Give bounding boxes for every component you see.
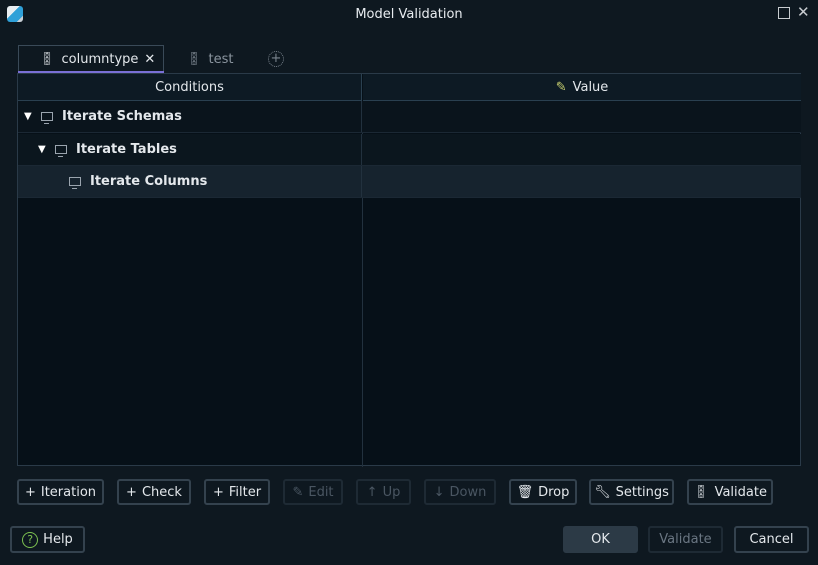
- cancel-button[interactable]: Cancel: [734, 526, 809, 553]
- button-label: Check: [141, 484, 182, 500]
- tab-columntype[interactable]: 🚦︎ columntype ✕: [18, 45, 164, 73]
- button-label: OK: [591, 532, 610, 547]
- button-label: Iteration: [40, 484, 97, 500]
- pencil-icon: ✎: [555, 79, 567, 95]
- close-tab-icon[interactable]: ✕: [144, 52, 155, 67]
- monitor-icon: [41, 112, 53, 124]
- window-title: Model Validation: [355, 7, 463, 22]
- button-label: Help: [43, 532, 73, 547]
- add-check-button[interactable]: + Check: [117, 479, 191, 505]
- tab-label: test: [208, 51, 234, 67]
- move-down-button[interactable]: ↓ Down: [424, 479, 496, 505]
- conditions-grid: Conditions ✎ Value ▼ Iterate Schemas ▼ Iter…: [17, 73, 801, 467]
- button-label: Cancel: [749, 532, 794, 547]
- wrench-icon: 🔧︎: [594, 484, 611, 500]
- tree-row[interactable]: ▼ Iterate Tables: [18, 134, 801, 166]
- row-label: Iterate Columns: [90, 174, 208, 189]
- drop-button[interactable]: 🗑︎ Drop: [509, 479, 577, 505]
- trash-icon: 🗑︎: [516, 484, 534, 500]
- add-tab-button[interactable]: +: [268, 51, 284, 67]
- validate-toolbar-button[interactable]: 🚦︎ Validate: [687, 479, 773, 505]
- button-label: Settings: [615, 484, 669, 500]
- plus-icon: +: [24, 484, 36, 500]
- button-label: Drop: [538, 484, 570, 500]
- arrow-down-icon: ↓: [433, 484, 445, 500]
- column-header-value[interactable]: ✎ Value: [363, 74, 801, 101]
- row-label: Iterate Tables: [76, 142, 177, 157]
- button-label: Edit: [308, 484, 334, 500]
- traffic-light-icon: 🚦︎: [693, 484, 710, 500]
- button-label: Filter: [228, 484, 262, 500]
- row-label: Iterate Schemas: [62, 109, 182, 124]
- plus-icon: +: [212, 484, 224, 500]
- monitor-icon: [69, 177, 81, 189]
- expand-triangle-icon[interactable]: ▼: [38, 144, 50, 155]
- header-label: Conditions: [155, 79, 224, 95]
- plus-icon: +: [126, 484, 137, 500]
- button-label: Up: [382, 484, 401, 500]
- help-button[interactable]: ? Help: [10, 526, 85, 553]
- button-label: Validate: [714, 484, 767, 500]
- add-iteration-button[interactable]: + Iteration: [17, 479, 104, 505]
- arrow-up-icon: ↑: [366, 484, 378, 500]
- tree-row[interactable]: ▼ Iterate Schemas: [18, 101, 801, 133]
- monitor-icon: [55, 145, 67, 157]
- button-label: Validate: [659, 532, 712, 547]
- traffic-light-icon: 🚦︎: [39, 52, 56, 67]
- tab-label: columntype: [61, 52, 139, 67]
- help-icon: ?: [22, 531, 39, 548]
- column-header-conditions[interactable]: Conditions: [18, 74, 362, 101]
- maximize-button[interactable]: [778, 7, 790, 19]
- traffic-light-icon: 🚦︎: [186, 51, 203, 67]
- tree-row[interactable]: Iterate Columns: [18, 166, 801, 198]
- button-label: Down: [449, 484, 487, 500]
- settings-button[interactable]: 🔧︎ Settings: [589, 479, 674, 505]
- header-label: Value: [572, 79, 609, 95]
- tab-test[interactable]: 🚦︎ test: [186, 45, 233, 73]
- pencil-icon: ✎: [292, 484, 304, 500]
- validate-button[interactable]: Validate: [648, 526, 723, 553]
- close-window-button[interactable]: ✕: [797, 3, 810, 21]
- move-up-button[interactable]: ↑ Up: [356, 479, 411, 505]
- add-filter-button[interactable]: + Filter: [204, 479, 270, 505]
- expand-triangle-icon[interactable]: ▼: [24, 111, 36, 122]
- edit-button[interactable]: ✎ Edit: [283, 479, 343, 505]
- ok-button[interactable]: OK: [563, 526, 638, 553]
